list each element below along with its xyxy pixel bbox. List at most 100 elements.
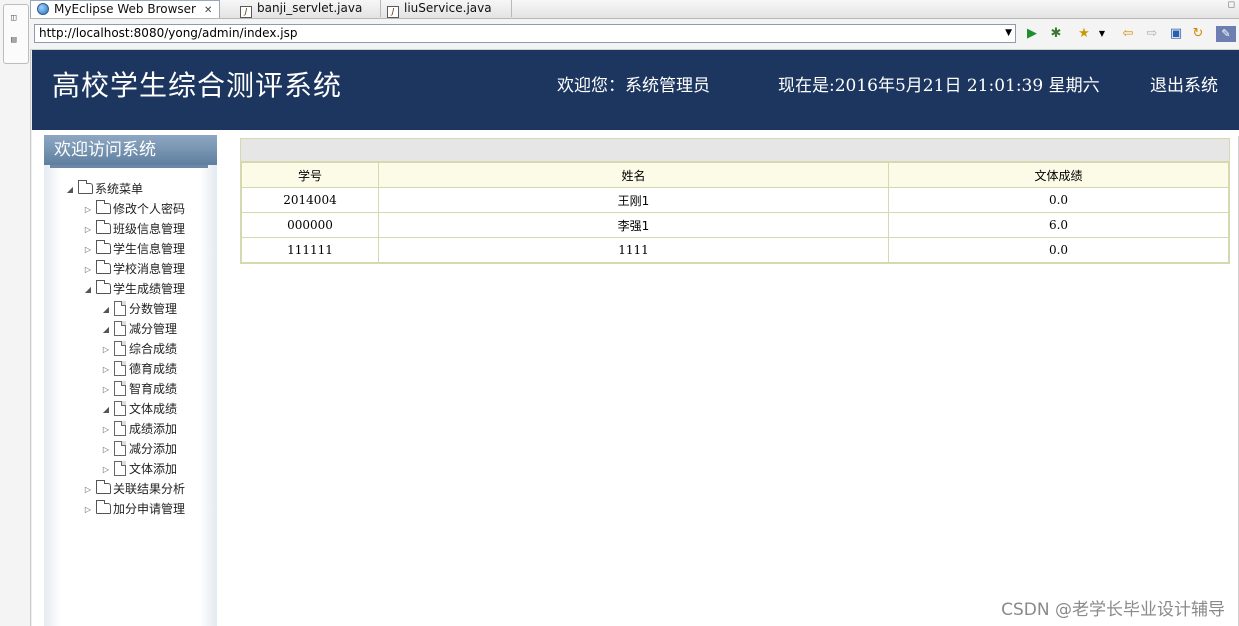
- cell-student-id: 111111: [241, 237, 379, 263]
- tab-label: liuService.java: [404, 1, 492, 15]
- collapsed-arrow-icon[interactable]: ▷: [100, 421, 112, 439]
- menu-item-bonus-application[interactable]: ▷ 加分申请管理: [82, 500, 185, 518]
- collapsed-arrow-icon[interactable]: ▷: [100, 461, 112, 479]
- folder-icon: [78, 180, 93, 194]
- folder-icon: [96, 260, 111, 274]
- expand-arrow-icon[interactable]: ◢: [100, 301, 112, 319]
- cell-sports-score: 0.0: [888, 187, 1229, 213]
- collapsed-arrow-icon[interactable]: ▷: [100, 441, 112, 459]
- page-icon: [114, 361, 126, 376]
- page-icon: [114, 341, 126, 356]
- collapsed-arrow-icon[interactable]: ▷: [82, 241, 94, 259]
- menu-item-student-scores[interactable]: ◢ 学生成绩管理: [82, 280, 185, 298]
- menu-item-class-info[interactable]: ▷ 班级信息管理: [82, 220, 185, 238]
- folder-icon: [96, 220, 111, 234]
- menu-item-label: 学校消息管理: [113, 262, 186, 276]
- expand-arrow-icon[interactable]: ◢: [100, 321, 112, 339]
- menu-item-label: 班级信息管理: [113, 222, 186, 236]
- collapsed-arrow-icon[interactable]: ▷: [82, 201, 94, 219]
- menu-item-deduction-manage[interactable]: ◢ 减分管理: [100, 320, 177, 338]
- menu-item-add-score[interactable]: ▷ 成绩添加: [100, 420, 177, 438]
- tab-label: MyEclipse Web Browser: [54, 2, 196, 16]
- menu-item-association-analysis[interactable]: ▷ 关联结果分析: [82, 480, 185, 498]
- java-file-icon: J: [240, 6, 252, 18]
- maximize-icon[interactable]: ◻: [1228, 0, 1235, 10]
- collapsed-arrow-icon[interactable]: ▷: [82, 261, 94, 279]
- menu-heading: 欢迎访问系统: [44, 135, 217, 165]
- tree-root[interactable]: ◢ 系统菜单: [64, 180, 143, 198]
- expand-arrow-icon[interactable]: ◢: [82, 281, 94, 299]
- page-icon: [114, 321, 126, 336]
- table-toolbar: [241, 139, 1229, 162]
- stop-icon[interactable]: ▣: [1168, 26, 1184, 42]
- table-header-row: 学号 姓名 文体成绩: [241, 162, 1229, 188]
- welcome-text: 欢迎您：系统管理员: [557, 76, 710, 96]
- cell-name: 1111: [378, 237, 889, 263]
- left-menu-panel: 欢迎访问系统 ◢ 系统菜单 ▷ 修改个人密码 ▷ 班级信息管理 ▷ 学生信息管理 ▷ 学校…: [44, 135, 217, 626]
- back-icon[interactable]: ⇦: [1120, 26, 1136, 42]
- expand-arrow-icon[interactable]: ◢: [64, 181, 76, 199]
- expand-arrow-icon[interactable]: ◢: [100, 401, 112, 419]
- menu-item-school-news[interactable]: ▷ 学校消息管理: [82, 260, 185, 278]
- cell-student-id: 000000: [241, 212, 379, 238]
- page-icon: [114, 401, 126, 416]
- folder-icon: [96, 200, 111, 214]
- collapsed-arrow-icon[interactable]: ▷: [82, 501, 94, 519]
- go-icon[interactable]: ▶: [1024, 26, 1040, 42]
- page-icon: [114, 461, 126, 476]
- folder-icon: [96, 280, 111, 294]
- refresh-icon[interactable]: ↻: [1190, 26, 1206, 42]
- favorites-icon[interactable]: ★: [1076, 26, 1092, 42]
- java-file-icon: J: [387, 6, 399, 18]
- tree-root-label: 系统菜单: [95, 182, 144, 196]
- table-row[interactable]: 000000 李强1 6.0: [241, 212, 1229, 238]
- score-table: 学号 姓名 文体成绩 2014004 王刚1 0.0 000000 李强1 6.…: [241, 162, 1229, 263]
- table-row[interactable]: 111111 1111 0.0: [241, 237, 1229, 263]
- editor-tabs: MyEclipse Web Browser ✕ Jbanji_servlet.ja…: [30, 0, 1239, 19]
- page-icon: [114, 421, 126, 436]
- menu-item-label: 关联结果分析: [113, 482, 186, 496]
- menu-item-label: 学生信息管理: [113, 242, 186, 256]
- close-tab-icon[interactable]: ✕: [204, 5, 212, 16]
- menu-item-label: 分数管理: [129, 302, 178, 316]
- folder-icon: [96, 500, 111, 514]
- cell-student-id: 2014004: [241, 187, 379, 213]
- table-row[interactable]: 2014004 王刚1 0.0: [241, 187, 1229, 213]
- collapsed-arrow-icon[interactable]: ▷: [100, 341, 112, 359]
- url-dropdown-icon[interactable]: ▼: [1005, 25, 1012, 42]
- menu-item-add-sports[interactable]: ▷ 文体添加: [100, 460, 177, 478]
- logout-link[interactable]: 退出系统: [1150, 71, 1218, 96]
- collapsed-arrow-icon[interactable]: ▷: [82, 481, 94, 499]
- column-header-sports-score[interactable]: 文体成绩: [888, 162, 1229, 188]
- menu-item-academic-score[interactable]: ▷ 智育成绩: [100, 380, 177, 398]
- column-header-student-id[interactable]: 学号: [241, 162, 379, 188]
- tab-banji-servlet[interactable]: Jbanji_servlet.java: [234, 0, 381, 18]
- favorites-dropdown-icon[interactable]: ▼: [1094, 26, 1110, 42]
- column-header-name[interactable]: 姓名: [378, 162, 889, 188]
- menu-item-change-password[interactable]: ▷ 修改个人密码: [82, 200, 185, 218]
- cell-sports-score: 0.0: [888, 237, 1229, 263]
- site-header: 高校学生综合测评系统 欢迎您：系统管理员 现在是:2016年5月21日 21:0…: [32, 50, 1239, 130]
- menu-item-sports-score[interactable]: ◢ 文体成绩: [100, 400, 177, 418]
- tab-web-browser[interactable]: MyEclipse Web Browser ✕: [30, 0, 220, 18]
- browser-logo-icon: ✎: [1216, 26, 1236, 42]
- debug-icon[interactable]: ✱: [1048, 26, 1064, 42]
- menu-item-label: 成绩添加: [129, 422, 178, 436]
- menu-item-student-info[interactable]: ▷ 学生信息管理: [82, 240, 185, 258]
- url-input[interactable]: http://localhost:8080/yong/admin/index.j…: [34, 24, 1016, 43]
- forward-icon[interactable]: ⇨: [1144, 26, 1160, 42]
- menu-item-label: 综合成绩: [129, 342, 178, 356]
- tab-liuservice[interactable]: JliuService.java: [381, 0, 512, 18]
- collapsed-arrow-icon[interactable]: ▷: [100, 361, 112, 379]
- hierarchy-view-icon[interactable]: ▤: [11, 35, 16, 45]
- collapsed-arrow-icon[interactable]: ▷: [82, 221, 94, 239]
- restore-icon[interactable]: ◫: [11, 13, 16, 23]
- page-icon: [114, 301, 126, 316]
- page-icon: [114, 441, 126, 456]
- menu-item-overall-score[interactable]: ▷ 综合成绩: [100, 340, 177, 358]
- menu-item-moral-score[interactable]: ▷ 德育成绩: [100, 360, 177, 378]
- menu-item-score-manage[interactable]: ◢ 分数管理: [100, 300, 177, 318]
- collapsed-arrow-icon[interactable]: ▷: [100, 381, 112, 399]
- minimized-views[interactable]: ◫ ▤: [3, 4, 29, 64]
- menu-item-add-deduction[interactable]: ▷ 减分添加: [100, 440, 177, 458]
